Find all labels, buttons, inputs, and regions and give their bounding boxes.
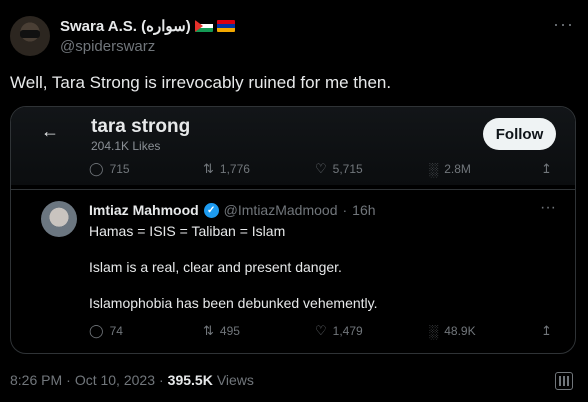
retweet-icon: ⇅ [203, 323, 214, 338]
embedded-profile-name: tara strong [91, 116, 191, 137]
analytics-icon[interactable] [555, 372, 573, 390]
tweet-time[interactable]: 8:26 PM [10, 372, 62, 388]
share-action: ↥ [541, 161, 552, 177]
reply-action: ◯ 715 [89, 161, 130, 177]
reply-text-line: Islam is a real, clear and present dange… [89, 259, 342, 275]
more-options-icon[interactable]: ··· [553, 14, 574, 35]
verified-badge-icon: ✓ [203, 202, 219, 218]
divider [11, 189, 575, 190]
tweet-date[interactable]: Oct 10, 2023 [75, 372, 155, 388]
author-handle[interactable]: @spiderswarz [60, 38, 155, 55]
like-action: ♡ 1,479 [315, 323, 363, 339]
follow-button: Follow [483, 118, 556, 150]
share-action: ↥ [541, 323, 552, 339]
palestine-flag-icon [194, 20, 213, 32]
author-display-name[interactable]: Swara A.S. (سواره) [60, 17, 191, 35]
retweet-count: 495 [219, 324, 240, 338]
like-count: 1,479 [332, 324, 363, 338]
reply-count: 715 [109, 162, 130, 176]
reply-action: ◯ 74 [89, 323, 123, 339]
views-action: ░ 48.9K [429, 324, 476, 339]
views-count: 395.5K [167, 372, 213, 388]
armenia-flag-icon [216, 20, 235, 32]
reply-time: 16h [352, 202, 376, 218]
embedded-profile-likes: 204.1K Likes [91, 139, 161, 153]
view-count: 48.9K [444, 324, 476, 338]
heart-icon: ♡ [315, 161, 327, 176]
share-icon: ↥ [541, 323, 552, 338]
embedded-top-actions: ◯ 715 ⇅ 1,776 ♡ 5,715 ░ 2.8M ↥ [11, 159, 575, 179]
like-action: ♡ 5,715 [315, 161, 363, 177]
reply-actions: ◯ 74 ⇅ 495 ♡ 1,479 ░ 48.9K ↥ [11, 321, 575, 341]
meta-dot: · [158, 372, 164, 388]
reply-text-line: Islamophobia has been debunked vehementl… [89, 295, 378, 311]
author-name-row: Swara A.S. (سواره) [60, 17, 235, 35]
tweet-meta: 8:26 PM · Oct 10, 2023 · 395.5K Views [10, 372, 254, 388]
reply-count: 74 [109, 324, 123, 338]
avatar[interactable] [10, 16, 50, 56]
views-chart-icon: ░ [429, 323, 439, 339]
meta-dot: · [66, 372, 71, 388]
reply-icon: ◯ [89, 323, 104, 338]
embedded-screenshot[interactable]: ← tara strong 204.1K Likes Follow ◯ 715 … [10, 106, 576, 354]
retweet-icon: ⇅ [203, 161, 214, 176]
reply-more-icon: ··· [540, 199, 556, 216]
retweet-action: ⇅ 1,776 [203, 161, 250, 177]
retweet-action: ⇅ 495 [203, 323, 240, 339]
like-count: 5,715 [332, 162, 363, 176]
reply-author-name: Imtiaz Mahmood [89, 202, 199, 218]
views-label: Views [216, 372, 254, 388]
share-icon: ↥ [541, 161, 552, 176]
reply-author-handle: @ImtiazMadmood [223, 202, 338, 218]
views-action: ░ 2.8M [429, 162, 471, 177]
reply-header: Imtiaz Mahmood ✓ @ImtiazMadmood · 16h [89, 202, 376, 218]
reply-dot: · [342, 202, 348, 218]
heart-icon: ♡ [315, 323, 327, 338]
reply-avatar [41, 201, 77, 237]
reply-text-line: Hamas = ISIS = Taliban = Islam [89, 223, 286, 239]
view-count: 2.8M [444, 162, 471, 176]
back-arrow-icon: ← [41, 121, 59, 141]
views-chart-icon: ░ [429, 161, 439, 177]
retweet-count: 1,776 [219, 162, 250, 176]
tweet-text: Well, Tara Strong is irrevocably ruined … [10, 73, 392, 92]
reply-icon: ◯ [89, 161, 104, 176]
